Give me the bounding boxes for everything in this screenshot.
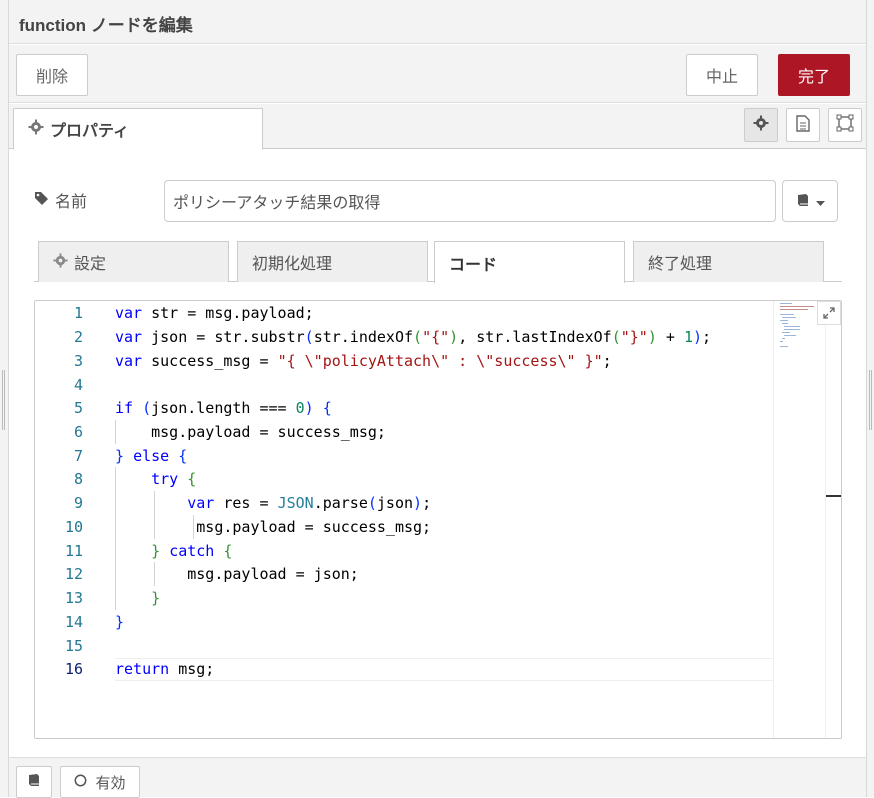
code-line: }: [115, 613, 125, 631]
line-number: 8: [73, 470, 83, 488]
line-number: 11: [64, 542, 83, 560]
name-input[interactable]: ポリシーアタッチ結果の取得: [164, 180, 776, 222]
resize-grip: [869, 370, 872, 430]
library-menu-button[interactable]: [782, 180, 838, 222]
frame-icon: [836, 114, 854, 136]
line-number-gutter: 1 2 3 4 5 6 7 8 9 10 11 12 13 14 15 16: [35, 301, 105, 738]
enabled-toggle[interactable]: 有効: [60, 766, 140, 798]
code-area[interactable]: var str = msg.payload; var json = str.su…: [115, 301, 775, 738]
line-number: 5: [73, 399, 83, 417]
name-label: 名前: [34, 188, 87, 212]
code-line: var success_msg = "{ \"policyAttach\" : …: [115, 352, 612, 370]
tab-setup[interactable]: 設定: [38, 241, 229, 282]
scroll-position-marker: [826, 495, 841, 497]
done-button[interactable]: 完了: [778, 54, 850, 96]
line-number: 2: [73, 328, 83, 346]
expand-icon: [823, 304, 835, 323]
line-number: 10: [64, 518, 83, 536]
action-toolbar: 削除 中止 完了: [9, 45, 866, 103]
code-line: msg.payload = json;: [115, 565, 359, 583]
dialog-title: function ノードを編集: [19, 16, 193, 35]
line-number: 12: [64, 565, 83, 583]
line-number: 13: [64, 589, 83, 607]
gear-icon: [28, 119, 44, 139]
enabled-label: 有効: [95, 773, 126, 792]
code-line: var str = msg.payload;: [115, 304, 314, 322]
resize-grip: [2, 370, 5, 430]
code-line: msg.payload = success_msg;: [115, 423, 386, 441]
function-tabs: 設定 初期化処理 コード 終了処理: [34, 241, 842, 283]
document-icon: [796, 114, 810, 136]
node-help-button[interactable]: [16, 766, 52, 798]
code-line: }: [151, 589, 161, 607]
book-icon: [27, 773, 41, 791]
gear-icon: [53, 252, 68, 272]
node-description-button[interactable]: [786, 108, 820, 142]
circle-outline-icon: [74, 773, 87, 791]
tab-properties-label: プロパティ: [50, 121, 130, 140]
tray-tabs: プロパティ: [9, 104, 866, 150]
code-line: if (json.length === 0) {: [115, 399, 332, 417]
expand-editor-button[interactable]: [817, 301, 841, 325]
line-number: 14: [64, 613, 83, 631]
caret-down-icon: [815, 192, 825, 211]
line-number: 6: [73, 423, 83, 441]
tag-icon: [34, 191, 49, 210]
book-icon: [796, 192, 810, 211]
code-line: try {: [151, 470, 197, 488]
line-number-current: 16: [64, 660, 83, 678]
name-label-text: 名前: [55, 192, 88, 211]
tab-code[interactable]: コード: [434, 241, 625, 283]
code-line: msg.payload = success_msg;: [115, 518, 432, 536]
tab-setup-label: 設定: [74, 254, 107, 273]
line-number: 1: [73, 304, 83, 322]
minimap[interactable]: [773, 301, 825, 738]
tab-initialize[interactable]: 初期化処理: [237, 241, 428, 282]
tab-finalize[interactable]: 終了処理: [633, 241, 824, 282]
delete-button[interactable]: 削除: [16, 54, 88, 96]
cancel-button[interactable]: 中止: [686, 54, 758, 96]
line-number: 7: [73, 447, 83, 465]
code-line: } catch {: [151, 542, 233, 560]
code-line: var res = JSON.parse(json);: [187, 494, 432, 512]
tab-properties[interactable]: プロパティ: [13, 108, 263, 150]
line-number: 3: [73, 352, 83, 370]
code-editor[interactable]: 1 2 3 4 5 6 7 8 9 10 11 12 13 14 15 16 v…: [34, 300, 842, 739]
line-number: 4: [73, 376, 83, 394]
gear-icon: [753, 115, 769, 135]
left-resize-handle[interactable]: [0, 0, 9, 797]
code-line: var json = str.substr(str.indexOf("{"), …: [115, 328, 712, 346]
node-appearance-button[interactable]: [828, 108, 862, 142]
line-number: 15: [64, 637, 83, 655]
right-resize-handle[interactable]: [866, 0, 874, 797]
line-number: 9: [73, 494, 83, 512]
code-line: return msg;: [115, 660, 215, 678]
vertical-scrollbar[interactable]: [825, 301, 841, 738]
node-settings-button[interactable]: [744, 108, 778, 142]
code-line: } else {: [115, 447, 188, 465]
tray-footer: 有効: [9, 757, 866, 798]
tray-header: function ノードを編集: [9, 0, 866, 44]
